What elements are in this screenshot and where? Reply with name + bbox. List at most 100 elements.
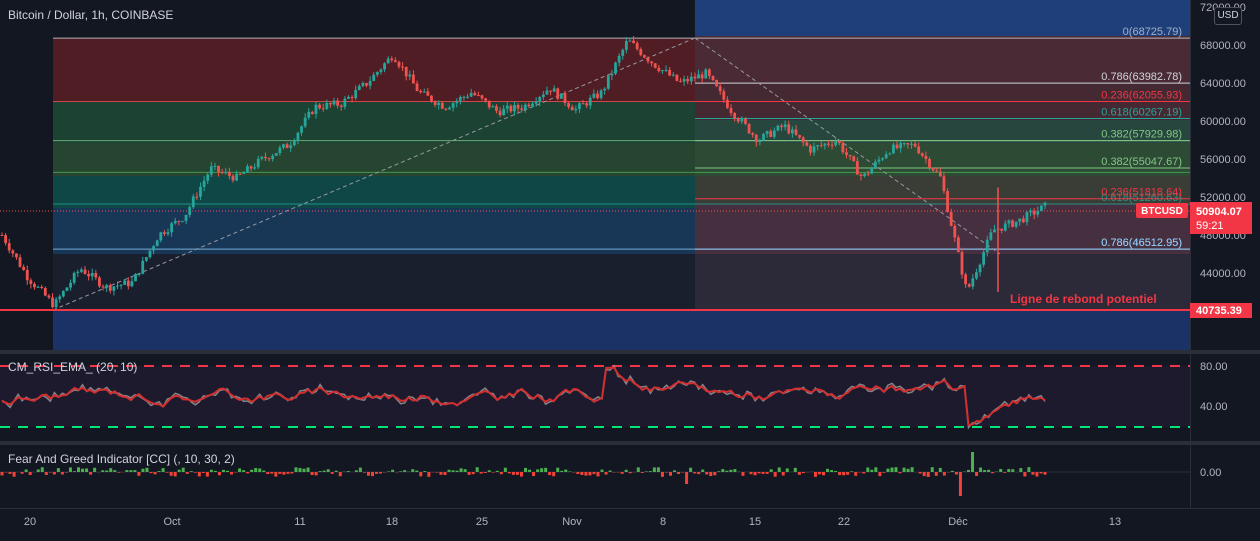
greed-bar <box>307 468 310 472</box>
support-price-label: 40735.39 <box>1196 305 1242 317</box>
greed-bar <box>564 470 567 472</box>
candle-body <box>517 105 520 109</box>
candle-body <box>632 41 635 43</box>
greed-bar <box>987 470 990 472</box>
candle-body <box>845 152 848 155</box>
fib-left-label: 0(68725.79) <box>1123 26 1182 38</box>
greed-bar <box>597 472 600 476</box>
candle-body <box>513 105 516 111</box>
candle-body <box>58 296 61 299</box>
candle-body <box>44 288 47 296</box>
candle-body <box>419 91 422 92</box>
candle-body <box>22 267 25 270</box>
candle-body <box>452 103 455 108</box>
greed-bar <box>927 472 930 477</box>
candle-body <box>629 41 632 42</box>
candle-body <box>708 69 711 75</box>
candle-body <box>430 96 433 102</box>
rsi-tick-40: 40.00 <box>1200 401 1228 413</box>
candle-body <box>434 101 437 105</box>
candle-body <box>813 146 816 152</box>
greed-bar <box>592 472 595 474</box>
greed-bar <box>830 470 833 472</box>
greed-bar <box>359 468 362 472</box>
pane-divider-2 <box>0 441 1260 445</box>
candle-body <box>946 191 949 212</box>
candle-body <box>896 145 899 148</box>
greed-bar <box>45 472 48 475</box>
candle-body <box>232 176 235 181</box>
fib-right-label: 0.786(63982.78) <box>1101 71 1182 83</box>
candle-body <box>94 273 97 278</box>
candle-body <box>524 105 527 110</box>
greed-bar <box>733 469 736 472</box>
candle-body <box>1008 220 1011 223</box>
greed-bar <box>387 471 390 472</box>
candle-body <box>405 67 408 77</box>
candle-body <box>1026 212 1029 222</box>
greed-bar <box>278 472 281 474</box>
greed-bar <box>77 467 80 472</box>
greed-bar <box>443 472 446 475</box>
currency-button[interactable]: USD <box>1214 7 1242 25</box>
greed-bar <box>411 469 414 472</box>
candle-body <box>758 140 761 142</box>
candle-body <box>935 170 938 171</box>
candle-body <box>654 63 657 67</box>
candle-body <box>1029 211 1032 212</box>
candle-body <box>820 145 823 146</box>
greed-bar <box>661 472 664 477</box>
fib-right-label: 0.382(57929.98) <box>1101 129 1182 141</box>
greed-bar <box>975 472 978 476</box>
greed-bar <box>327 469 330 472</box>
candle-body <box>282 144 285 147</box>
candle-body <box>441 103 444 109</box>
candle-body <box>740 119 743 122</box>
greed-bar <box>480 472 483 474</box>
candle-body <box>737 119 740 122</box>
greed-bar <box>270 472 273 474</box>
candle-body <box>953 226 956 238</box>
candle-body <box>361 83 364 86</box>
greed-bar <box>202 472 205 473</box>
candle-body <box>55 299 58 307</box>
greed-bar <box>770 469 773 472</box>
greed-bar <box>552 472 555 476</box>
candle-body <box>647 58 650 62</box>
candle-body <box>751 133 754 135</box>
candle-body <box>203 181 206 187</box>
greed-bar <box>588 472 591 475</box>
candle-body <box>185 215 188 221</box>
candle-body <box>874 162 877 168</box>
candle-body <box>542 95 545 98</box>
greed-bar <box>637 467 640 472</box>
candle-body <box>84 270 87 274</box>
candle-body <box>217 166 220 172</box>
candle-body <box>1000 229 1003 231</box>
candle-body <box>495 106 498 111</box>
greed-bar <box>645 471 648 472</box>
greed-bar <box>540 468 543 472</box>
greed-bar <box>101 470 104 472</box>
greed-bar <box>895 467 898 472</box>
greed-bar <box>141 469 144 472</box>
candle-body <box>408 75 411 77</box>
greed-bar <box>838 472 841 475</box>
greed-bar <box>254 468 257 472</box>
candle-body <box>33 284 36 287</box>
greed-bar <box>621 472 624 474</box>
time-tick: 8 <box>660 516 666 528</box>
symbol-title: Bitcoin / Dollar, 1h, COINBASE <box>8 8 173 22</box>
candle-body <box>40 287 43 288</box>
candle-body <box>675 75 678 81</box>
greed-bar <box>536 469 539 472</box>
fib-right-label: 0.382(55047.67) <box>1101 156 1182 168</box>
greed-bar <box>504 468 507 472</box>
greed-bar <box>117 472 120 473</box>
candle-body <box>744 119 747 124</box>
candle-body <box>546 91 549 95</box>
fib-right-label: 0.786(46512.95) <box>1101 237 1182 249</box>
greed-bar <box>983 470 986 472</box>
candle-body <box>286 144 289 148</box>
greed-bar <box>754 472 757 475</box>
